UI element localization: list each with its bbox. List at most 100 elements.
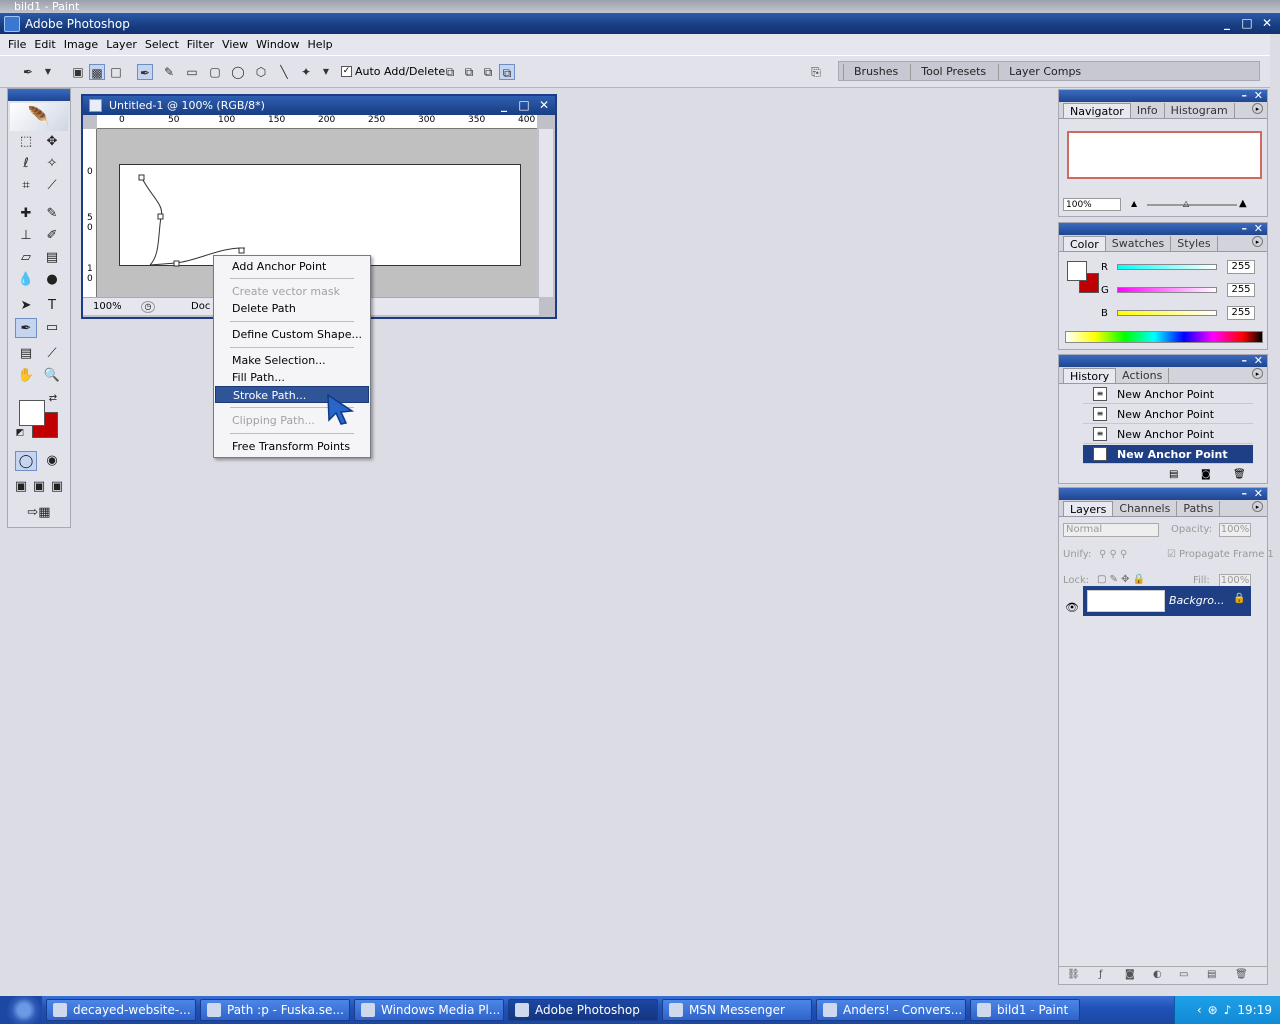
color-foreground-swatch[interactable] (1067, 261, 1087, 281)
layer-visibility-eye-icon[interactable]: 👁 (1065, 601, 1079, 614)
history-brush-tool-icon[interactable]: ✐ (41, 226, 63, 246)
crop-tool-icon[interactable]: ⌗ (15, 176, 37, 196)
clock[interactable]: 19:19 (1237, 1003, 1272, 1017)
menu-edit[interactable]: Edit (30, 38, 59, 51)
doc-minimize-icon[interactable]: _ (497, 98, 511, 112)
taskbar-item-active[interactable]: Adobe Photoshop (508, 999, 658, 1021)
menu-image[interactable]: Image (60, 38, 102, 51)
jump-to-imageready-icon[interactable]: ⇨▦ (15, 503, 63, 523)
polygon-icon[interactable]: ⬡ (253, 64, 269, 80)
red-slider[interactable] (1117, 264, 1217, 270)
history-state-active[interactable]: ≡ New Anchor Point (1083, 445, 1253, 464)
navigator-zoom-field[interactable]: 100% (1063, 198, 1121, 211)
tab-channels[interactable]: Channels (1113, 501, 1178, 516)
menu-fill-path[interactable]: Fill Path... (215, 369, 369, 386)
notes-tool-icon[interactable]: ▤ (15, 344, 37, 364)
auto-add-delete-option[interactable]: ✓ Auto Add/Delete (341, 65, 445, 78)
tab-histogram[interactable]: Histogram (1165, 103, 1235, 118)
palette-menu-icon[interactable]: ▸ (1252, 236, 1263, 247)
document-status-text[interactable]: Doc (191, 301, 210, 312)
doc-close-icon[interactable]: ✕ (537, 98, 551, 112)
palette-menu-icon[interactable]: ▸ (1252, 501, 1263, 512)
well-tab-tool-presets[interactable]: Tool Presets (910, 64, 996, 80)
taskbar-item[interactable]: decayed-website-... (46, 999, 196, 1021)
path-selection-tool-icon[interactable]: ➤ (15, 296, 37, 316)
blue-value[interactable]: 255 (1227, 306, 1255, 320)
tab-history[interactable]: History (1063, 368, 1117, 383)
menu-filter[interactable]: Filter (183, 38, 218, 51)
menu-delete-path[interactable]: Delete Path (215, 300, 369, 317)
menu-select[interactable]: Select (141, 38, 183, 51)
navigator-palette-header[interactable]: – ✕ (1059, 89, 1267, 102)
fill-pixels-mode-icon[interactable]: □ (108, 64, 124, 80)
work-path[interactable] (120, 165, 522, 267)
start-button[interactable] (0, 996, 42, 1024)
toolbox-header[interactable] (8, 89, 70, 101)
color-palette-header[interactable]: – ✕ (1059, 222, 1267, 235)
app-title-bar[interactable]: Adobe Photoshop _ □ ✕ (0, 13, 1280, 34)
menu-define-custom-shape[interactable]: Define Custom Shape... (215, 326, 369, 343)
swap-colors-icon[interactable]: ⇄ (46, 392, 60, 406)
navigator-zoom-slider[interactable] (1147, 204, 1237, 206)
document-canvas[interactable] (119, 164, 522, 267)
layer-style-icon[interactable]: ƒ (1099, 969, 1103, 980)
zoom-out-icon[interactable]: ▲ (1131, 199, 1137, 208)
intersect-path-icon[interactable]: ⧉ (480, 64, 496, 80)
full-screen-mode-icon[interactable]: ▣ (48, 477, 66, 497)
blur-tool-icon[interactable]: 💧 (15, 270, 37, 290)
menu-free-transform-points[interactable]: Free Transform Points (215, 438, 369, 455)
palette-minimize-icon[interactable]: – (1242, 487, 1248, 500)
foreground-color-swatch[interactable] (19, 400, 45, 426)
lasso-tool-icon[interactable]: ℓ (15, 154, 37, 174)
zoom-slider-handle-icon[interactable]: △ (1183, 199, 1189, 208)
go-to-bridge-icon[interactable]: ⎘ (808, 64, 824, 80)
layer-row-background[interactable]: Backgro... 🔒 (1083, 586, 1251, 616)
zoom-in-icon[interactable]: ▲ (1239, 198, 1247, 209)
propagate-frame-checkbox[interactable]: ☑ (1167, 549, 1176, 560)
tab-navigator[interactable]: Navigator (1063, 103, 1131, 118)
navigator-preview[interactable] (1067, 131, 1262, 179)
magic-wand-tool-icon[interactable]: ✧ (41, 154, 63, 174)
lock-icons[interactable]: ▢ ✎ ✥ 🔒 (1097, 574, 1145, 585)
palette-minimize-icon[interactable]: – (1242, 89, 1248, 102)
close-icon[interactable]: ✕ (1260, 16, 1274, 30)
well-tab-layer-comps[interactable]: Layer Comps (998, 64, 1091, 80)
blend-mode-select[interactable]: Normal (1063, 523, 1159, 537)
menu-make-selection[interactable]: Make Selection... (215, 352, 369, 369)
standard-mode-icon[interactable]: ◯ (15, 451, 37, 471)
slice-tool-icon[interactable]: ⟋ (41, 176, 63, 196)
palette-close-icon[interactable]: ✕ (1254, 89, 1263, 102)
delete-layer-icon[interactable]: 🗑 (1235, 969, 1248, 980)
menu-help[interactable]: Help (304, 38, 337, 51)
taskbar-item[interactable]: MSN Messenger (662, 999, 812, 1021)
taskbar-item[interactable]: Path :p - Fuska.se... (200, 999, 350, 1021)
gradient-tool-icon[interactable]: ▤ (41, 248, 63, 268)
color-spectrum-ramp[interactable] (1065, 331, 1263, 343)
healing-brush-tool-icon[interactable]: ✚ (15, 204, 37, 224)
history-state[interactable]: ≡ New Anchor Point (1083, 425, 1253, 444)
shape-layers-mode-icon[interactable]: ▣ (70, 64, 86, 80)
document-title-bar[interactable]: Untitled-1 @ 100% (RGB/8*) _ □ ✕ (83, 96, 555, 115)
subtract-path-icon[interactable]: ⧉ (461, 64, 477, 80)
minimize-icon[interactable]: _ (1220, 16, 1234, 30)
move-tool-icon[interactable]: ✥ (41, 132, 63, 152)
standard-screen-mode-icon[interactable]: ▣ (12, 477, 30, 497)
paths-mode-icon[interactable]: ▩ (89, 64, 105, 80)
line-icon[interactable]: ╲ (276, 64, 292, 80)
freeform-pen-icon[interactable]: ✎ (161, 64, 177, 80)
menu-view[interactable]: View (218, 38, 252, 51)
palette-close-icon[interactable]: ✕ (1254, 487, 1263, 500)
status-info-icon[interactable]: ◷ (141, 300, 155, 313)
background-paint-window-title[interactable]: bild1 - Paint (0, 0, 1280, 14)
adjustment-layer-icon[interactable]: ◐ (1153, 969, 1162, 980)
tray-volume-icon[interactable]: ♪ (1224, 1003, 1232, 1017)
rectangle-shape-icon[interactable]: ▭ (184, 64, 200, 80)
new-document-from-state-icon[interactable]: ▤ (1169, 469, 1178, 480)
dodge-tool-icon[interactable]: ● (41, 270, 63, 290)
new-snapshot-icon[interactable]: ◙ (1201, 469, 1211, 480)
pen-icon[interactable]: ✒ (137, 64, 153, 80)
menu-window[interactable]: Window (252, 38, 303, 51)
zoom-tool-icon[interactable]: 🔍 (41, 366, 63, 386)
default-colors-icon[interactable]: ◩ (13, 426, 27, 440)
taskbar-item[interactable]: Windows Media Pl... (354, 999, 504, 1021)
